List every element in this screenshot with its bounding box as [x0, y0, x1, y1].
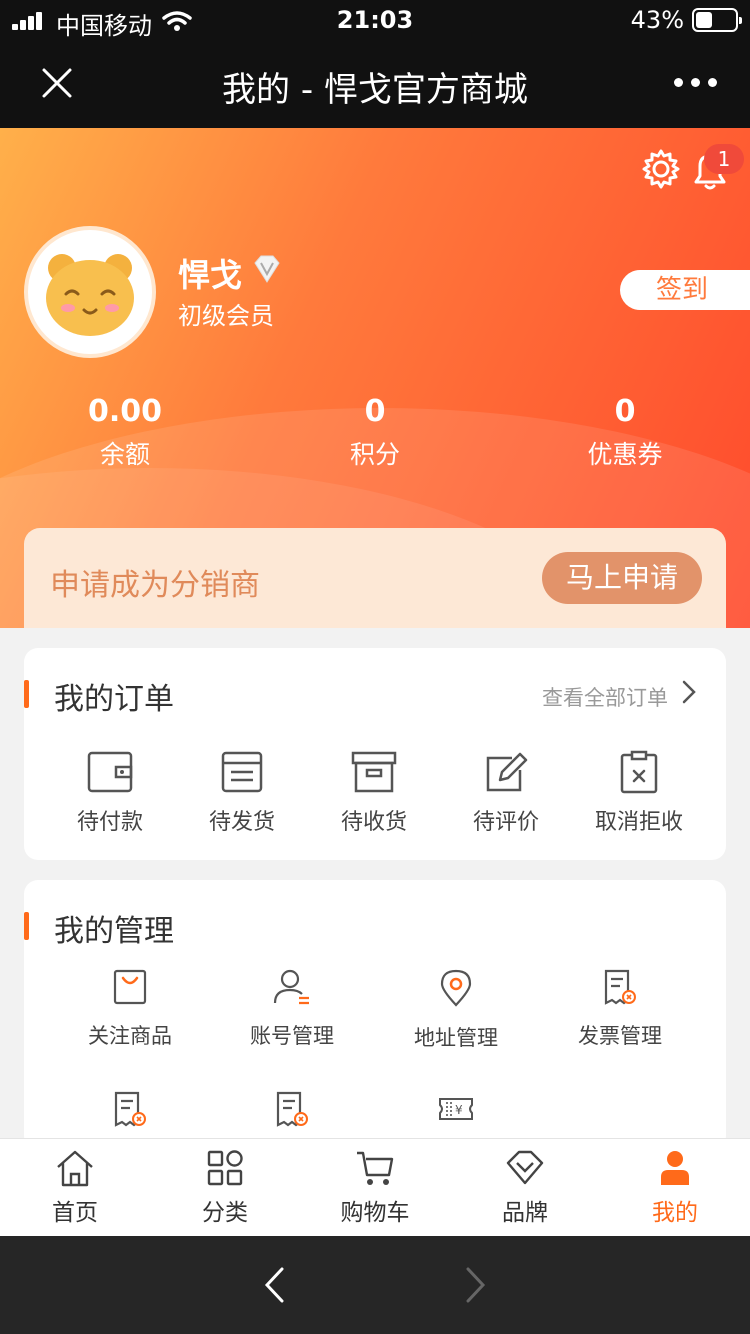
tab-category[interactable]: 分类	[150, 1147, 300, 1227]
battery-icon	[692, 8, 742, 32]
order-pending-review-label: 待评价	[472, 810, 539, 835]
title-bar: 我的 - 悍戈官方商城	[0, 40, 750, 128]
tab-cart-label: 购物车	[340, 1200, 410, 1226]
battery-percent: 43%	[630, 6, 684, 34]
distributor-text: 申请成为分销商	[50, 568, 260, 603]
mgmt-item-partial-3[interactable]: ¥	[396, 1096, 516, 1122]
order-pending-receipt[interactable]: 待收货	[324, 750, 424, 836]
more-icon[interactable]	[674, 78, 718, 88]
browser-nav-bar	[0, 1236, 750, 1334]
profile-header: 1 悍戈 初级会员 签到 0.00 余额 0 积分 0 优惠券 申请成为分销商 …	[0, 128, 750, 628]
wallet-icon	[87, 751, 133, 793]
diamond-icon	[506, 1150, 544, 1185]
user-name: 悍戈	[178, 256, 243, 294]
screen: 中国移动 21:03 43% 我的 - 悍戈官方商城 1 悍戈 初级会员 签到 …	[0, 0, 750, 1334]
mgmt-invoice-label: 发票管理	[578, 1024, 662, 1048]
mgmt-followed-products-label: 关注商品	[88, 1024, 172, 1048]
stat-points[interactable]: 0 积分	[275, 394, 475, 471]
cart-icon	[357, 1151, 394, 1185]
view-all-orders-link[interactable]: 查看全部订单	[542, 682, 668, 712]
document-icon	[221, 751, 263, 793]
invoice-icon	[114, 1091, 146, 1127]
edit-icon	[486, 752, 528, 792]
home-icon	[57, 1150, 93, 1187]
apply-now-button[interactable]: 马上申请	[542, 552, 702, 604]
mgmt-invoice[interactable]: 发票管理	[560, 968, 680, 1050]
management-title: 我的管理	[54, 914, 174, 949]
orders-title: 我的订单	[54, 682, 174, 717]
user-icon	[273, 969, 309, 1005]
person-icon	[661, 1151, 689, 1185]
points-label: 积分	[349, 440, 400, 469]
location-pin-icon	[440, 969, 472, 1007]
gear-icon[interactable]	[640, 148, 682, 190]
svg-text:¥: ¥	[455, 1103, 463, 1117]
order-pending-receipt-label: 待收货	[340, 810, 407, 835]
order-cancel-reject-label: 取消拒收	[594, 810, 683, 835]
mgmt-followed-products[interactable]: 关注商品	[70, 968, 190, 1050]
mgmt-account[interactable]: 账号管理	[232, 968, 352, 1050]
order-pending-payment[interactable]: 待付款	[60, 750, 160, 836]
status-bar: 中国移动 21:03 43%	[0, 0, 750, 40]
cancel-clipboard-icon	[620, 750, 658, 794]
tab-home[interactable]: 首页	[0, 1147, 150, 1227]
bear-avatar-icon	[46, 254, 134, 336]
ticket-icon: ¥	[439, 1098, 473, 1120]
grid-icon	[207, 1150, 243, 1186]
member-level: 初级会员	[178, 302, 274, 330]
mgmt-address-label: 地址管理	[414, 1026, 498, 1050]
mgmt-account-label: 账号管理	[250, 1024, 334, 1048]
points-value: 0	[364, 394, 386, 429]
vip-diamond-icon	[254, 255, 280, 283]
tab-mine[interactable]: 我的	[600, 1147, 750, 1227]
back-icon[interactable]	[262, 1266, 286, 1304]
notification-badge: 1	[704, 144, 744, 174]
tab-mine-label: 我的	[652, 1200, 698, 1226]
distributor-banner: 申请成为分销商 马上申请	[24, 528, 726, 628]
tab-brand[interactable]: 品牌	[450, 1147, 600, 1227]
tab-cart[interactable]: 购物车	[300, 1147, 450, 1227]
coupons-label: 优惠券	[587, 440, 663, 469]
order-pending-shipment-label: 待发货	[208, 810, 275, 835]
stat-balance[interactable]: 0.00 余额	[25, 394, 225, 471]
management-header: 我的管理	[24, 880, 726, 968]
avatar[interactable]	[24, 226, 156, 358]
balance-value: 0.00	[87, 394, 163, 429]
mgmt-item-partial-1[interactable]	[70, 1090, 190, 1128]
order-pending-payment-label: 待付款	[76, 810, 143, 835]
mgmt-item-partial-2[interactable]	[232, 1090, 352, 1128]
bottom-tab-bar: 首页 分类 购物车 品牌 我的	[0, 1138, 750, 1236]
invoice-icon	[276, 1091, 308, 1127]
chevron-right-icon[interactable]	[680, 678, 698, 706]
tab-brand-label: 品牌	[502, 1200, 548, 1226]
balance-label: 余额	[99, 440, 150, 469]
stat-coupons[interactable]: 0 优惠券	[525, 394, 725, 471]
orders-card: 我的订单 查看全部订单 待付款 待发货 待收货 待评价 取消拒收	[24, 648, 726, 860]
order-pending-review[interactable]: 待评价	[456, 750, 556, 836]
forward-icon[interactable]	[464, 1266, 488, 1304]
management-card: 我的管理 关注商品 账号管理 地址管理 发票管理 ¥	[24, 880, 726, 1150]
mgmt-address[interactable]: 地址管理	[396, 968, 516, 1052]
archive-box-icon	[351, 751, 397, 793]
page-title: 我的 - 悍戈官方商城	[222, 70, 528, 110]
shopping-bag-icon	[113, 969, 147, 1005]
checkin-button[interactable]: 签到	[620, 270, 750, 310]
tab-category-label: 分类	[202, 1200, 248, 1226]
order-pending-shipment[interactable]: 待发货	[192, 750, 292, 836]
coupons-value: 0	[614, 394, 636, 429]
orders-header: 我的订单 查看全部订单	[24, 648, 726, 736]
order-cancel-reject[interactable]: 取消拒收	[584, 750, 694, 836]
tab-home-label: 首页	[52, 1200, 98, 1226]
invoice-icon	[604, 969, 636, 1005]
